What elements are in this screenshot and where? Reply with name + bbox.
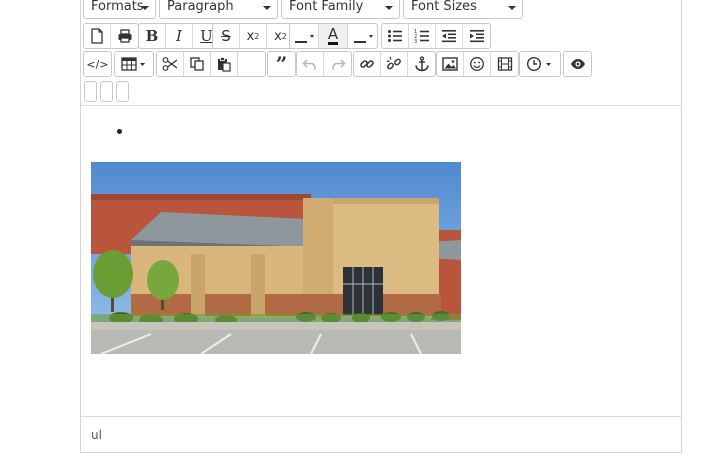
background-color-button[interactable] bbox=[290, 24, 319, 48]
highlight-color-icon bbox=[353, 35, 373, 43]
list-group: 123 bbox=[381, 23, 491, 49]
redo-icon bbox=[331, 59, 346, 70]
chevron-down-icon bbox=[508, 6, 516, 10]
outdent-icon bbox=[442, 30, 456, 43]
numbered-list-icon: 123 bbox=[414, 29, 429, 44]
list-bullet bbox=[117, 129, 122, 134]
blockquote-button[interactable]: ” bbox=[268, 52, 295, 76]
clock-icon bbox=[526, 56, 551, 72]
quote-icon: ” bbox=[275, 52, 288, 76]
chevron-down-icon bbox=[385, 6, 393, 10]
new-document-button[interactable] bbox=[84, 24, 111, 48]
anchor-icon bbox=[414, 56, 429, 72]
script-group: S x2 x2 bbox=[212, 23, 295, 49]
copy-icon bbox=[190, 57, 204, 71]
new-document-icon bbox=[91, 28, 103, 44]
insert-datetime-button[interactable] bbox=[520, 52, 560, 76]
history-group bbox=[296, 51, 352, 77]
insert-media-button[interactable] bbox=[491, 52, 518, 76]
building-photo bbox=[91, 162, 461, 354]
editor-toolbar: Formats Paragraph Font Family Font Sizes… bbox=[81, 0, 681, 106]
insert-media-group bbox=[436, 51, 519, 77]
strikethrough-button[interactable]: S bbox=[213, 24, 240, 48]
formats-label: Formats bbox=[91, 0, 144, 14]
color-group: A bbox=[289, 23, 378, 49]
font-family-label: Font Family bbox=[289, 0, 364, 14]
code-group: </> bbox=[83, 51, 112, 77]
svg-text:3: 3 bbox=[414, 39, 417, 44]
preview-button[interactable] bbox=[564, 52, 591, 76]
indent-button[interactable] bbox=[463, 24, 490, 48]
toolbar-empty-button[interactable] bbox=[100, 81, 113, 102]
datetime-group bbox=[519, 51, 561, 77]
italic-button[interactable]: I bbox=[166, 24, 193, 48]
highlight-color-button[interactable] bbox=[348, 24, 377, 48]
font-family-dropdown[interactable]: Font Family bbox=[281, 0, 400, 19]
code-icon: </> bbox=[86, 57, 109, 71]
emoticons-button[interactable] bbox=[464, 52, 491, 76]
insert-image-button[interactable] bbox=[437, 52, 464, 76]
cut-button[interactable] bbox=[157, 52, 184, 76]
undo-button[interactable] bbox=[297, 52, 324, 76]
outdent-button[interactable] bbox=[436, 24, 463, 48]
unlink-button[interactable] bbox=[381, 52, 408, 76]
film-icon bbox=[497, 57, 512, 71]
link-icon bbox=[360, 60, 374, 68]
smiley-icon bbox=[470, 57, 484, 71]
paste-text-button[interactable] bbox=[238, 52, 265, 76]
table-button[interactable] bbox=[115, 52, 153, 76]
copy-button[interactable] bbox=[184, 52, 211, 76]
indent-icon bbox=[469, 30, 484, 43]
editor-content-area[interactable] bbox=[81, 105, 681, 415]
eye-icon bbox=[570, 59, 585, 69]
toolbar-empty-button[interactable] bbox=[84, 81, 97, 102]
element-path-statusbar: ul bbox=[81, 416, 681, 452]
undo-icon bbox=[302, 59, 316, 70]
block-format-dropdown[interactable]: Paragraph bbox=[159, 0, 278, 19]
paste-button[interactable] bbox=[211, 52, 238, 76]
paste-icon bbox=[218, 57, 231, 72]
block-format-label: Paragraph bbox=[167, 0, 234, 14]
toolbar-empty-button[interactable] bbox=[116, 81, 129, 102]
chevron-down-icon bbox=[263, 6, 271, 10]
numbered-list-button[interactable]: 123 bbox=[409, 24, 436, 48]
font-size-label: Font Sizes bbox=[411, 0, 477, 14]
print-icon bbox=[118, 29, 131, 43]
bold-button[interactable]: B bbox=[139, 24, 166, 48]
insert-link-button[interactable] bbox=[354, 52, 381, 76]
table-group bbox=[114, 51, 154, 77]
font-size-dropdown[interactable]: Font Sizes bbox=[403, 0, 523, 19]
background-color-icon bbox=[295, 35, 314, 43]
inserted-image[interactable] bbox=[91, 162, 461, 354]
anchor-button[interactable] bbox=[408, 52, 435, 76]
source-code-button[interactable]: </> bbox=[84, 52, 111, 76]
element-path[interactable]: ul bbox=[91, 428, 102, 442]
image-icon bbox=[442, 57, 458, 71]
clipboard-group bbox=[156, 51, 266, 77]
bullet-list-icon bbox=[388, 30, 402, 42]
superscript-button[interactable]: x2 bbox=[240, 24, 267, 48]
formats-dropdown[interactable]: Formats bbox=[83, 0, 156, 19]
text-color-glyph: A bbox=[327, 25, 339, 45]
table-icon bbox=[121, 57, 145, 71]
rich-text-editor: Formats Paragraph Font Family Font Sizes… bbox=[80, 0, 682, 453]
blockquote-group: ” bbox=[267, 51, 296, 77]
unlink-icon bbox=[386, 56, 401, 70]
redo-button[interactable] bbox=[324, 52, 351, 76]
print-button[interactable] bbox=[111, 24, 138, 48]
link-group bbox=[353, 51, 436, 77]
preview-group bbox=[563, 51, 592, 77]
file-group bbox=[83, 23, 139, 49]
bullet-list-button[interactable] bbox=[382, 24, 409, 48]
chevron-down-icon bbox=[141, 6, 149, 10]
text-style-group: B I U bbox=[138, 23, 221, 49]
scissors-icon bbox=[162, 57, 178, 71]
text-color-button[interactable]: A bbox=[319, 24, 348, 48]
